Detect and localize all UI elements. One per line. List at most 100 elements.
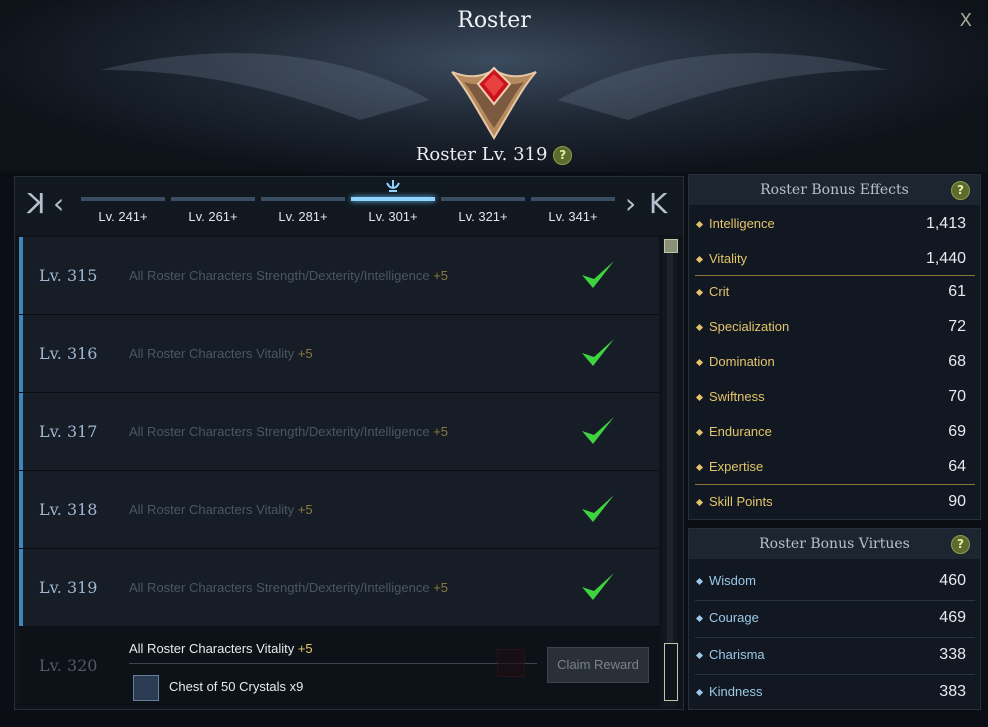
level-range-nav: K ‹ Lv. 241+ Lv. 261+ Lv. 281+ Lv. 301+ … [15, 177, 683, 235]
stat-endurance: Endurance 69 [689, 415, 980, 450]
stat-crit: Crit 61 [689, 275, 980, 310]
stat-domination: Domination 68 [689, 345, 980, 380]
row-level: Lv. 319 [39, 578, 98, 597]
range-bar [441, 197, 525, 201]
diamond-bullet-icon [695, 255, 704, 264]
virtue-value: 460 [939, 572, 966, 589]
row-level: Lv. 315 [39, 266, 98, 285]
stat-value: 72 [948, 318, 966, 335]
range-tab-341[interactable]: Lv. 341+ [531, 195, 615, 233]
virtue-kindness: Kindness 383 [689, 675, 980, 710]
diamond-bullet-icon [695, 651, 704, 660]
diamond-bullet-icon [695, 358, 704, 367]
claim-reward-button[interactable]: Claim Reward [547, 647, 649, 683]
prev-page-button[interactable]: ‹ [53, 187, 64, 220]
bonus-effects-header: Roster Bonus Effects ? [689, 175, 980, 205]
diamond-bullet-icon [695, 463, 704, 472]
virtue-charisma: Charisma 338 [689, 638, 980, 673]
level-row-319: Lv. 319 All Roster Characters Strength/D… [19, 549, 659, 627]
claimed-check-icon [582, 417, 614, 444]
stat-name: Crit [709, 284, 730, 299]
range-tab-261[interactable]: Lv. 261+ [171, 195, 255, 233]
range-tab-281[interactable]: Lv. 281+ [261, 195, 345, 233]
virtue-wisdom: Wisdom 460 [689, 564, 980, 599]
last-page-button[interactable]: K [649, 187, 667, 220]
level-row-315: Lv. 315 All Roster Characters Strength/D… [19, 237, 659, 315]
row-description: All Roster Characters Vitality +5 [129, 346, 313, 361]
stat-name: Expertise [709, 459, 764, 474]
scroll-thumb[interactable] [664, 643, 678, 701]
chest-icon [133, 675, 159, 701]
stat-name: Vitality [709, 251, 748, 266]
scroll-up-button[interactable] [664, 239, 678, 253]
range-tab-241[interactable]: Lv. 241+ [81, 195, 165, 233]
row-level: Lv. 318 [39, 500, 98, 519]
range-label: Lv. 341+ [548, 209, 598, 224]
bonus-virtues-help-icon[interactable]: ? [951, 535, 970, 554]
row-description: All Roster Characters Vitality +5 [129, 641, 313, 656]
row-description: All Roster Characters Strength/Dexterity… [129, 424, 448, 439]
next-page-button[interactable]: › [625, 187, 636, 220]
level-row-317: Lv. 317 All Roster Characters Strength/D… [19, 393, 659, 471]
diamond-bullet-icon [695, 323, 704, 332]
row-desc-text: All Roster Characters Strength/Dexterity… [129, 580, 430, 595]
diamond-bullet-icon [695, 498, 704, 507]
reward-item: Chest of 50 Crystals x9 [133, 675, 433, 701]
stat-value: 64 [948, 458, 966, 475]
stat-vitality: Vitality 1,440 [689, 242, 980, 277]
row-desc-text: All Roster Characters Vitality [129, 346, 295, 361]
range-bar [81, 197, 165, 201]
stat-name: Domination [709, 354, 775, 369]
stat-name: Specialization [709, 319, 790, 334]
current-range-marker-icon [386, 180, 400, 192]
range-label: Lv. 281+ [278, 209, 328, 224]
stat-value: 90 [948, 493, 966, 510]
first-page-button[interactable]: K [27, 187, 45, 220]
row-desc-text: All Roster Characters Strength/Dexterity… [129, 424, 430, 439]
range-tab-321[interactable]: Lv. 321+ [441, 195, 525, 233]
row-bonus: +5 [433, 424, 449, 439]
row-level: Lv. 320 [39, 656, 98, 675]
range-bar [531, 197, 615, 201]
virtue-value: 338 [939, 646, 966, 663]
stat-value: 1,413 [925, 215, 966, 232]
list-scrollbar[interactable] [663, 237, 678, 707]
diamond-bullet-icon [695, 288, 704, 297]
claimed-check-icon [582, 573, 614, 600]
row-accent [19, 549, 23, 626]
level-reward-list: Lv. 315 All Roster Characters Strength/D… [19, 237, 659, 707]
range-label: Lv. 321+ [458, 209, 508, 224]
row-description: All Roster Characters Vitality +5 [129, 502, 313, 517]
row-divider [129, 663, 537, 664]
bonus-virtues-title: Roster Bonus Virtues [759, 536, 910, 552]
stat-name: Swiftness [709, 389, 765, 404]
stat-name: Endurance [709, 424, 772, 439]
roster-emblem-icon [451, 66, 537, 140]
row-desc-text: All Roster Characters Vitality [129, 502, 295, 517]
scroll-track [667, 253, 673, 693]
row-accent [19, 471, 23, 548]
stat-value: 70 [948, 388, 966, 405]
level-rewards-panel: K ‹ Lv. 241+ Lv. 261+ Lv. 281+ Lv. 301+ … [14, 176, 684, 710]
row-accent [19, 315, 23, 392]
range-tab-301[interactable]: Lv. 301+ [351, 180, 435, 233]
row-desc-text: All Roster Characters Vitality [129, 641, 295, 656]
range-bar [171, 197, 255, 201]
locked-icon [497, 649, 525, 677]
bonus-effects-title: Roster Bonus Effects [760, 182, 909, 198]
row-bonus: +5 [433, 580, 449, 595]
virtue-name: Courage [709, 610, 759, 625]
stat-value: 1,440 [925, 250, 966, 267]
row-description: All Roster Characters Strength/Dexterity… [129, 268, 448, 283]
row-bonus: +5 [297, 502, 313, 517]
close-button[interactable]: X [960, 10, 972, 31]
virtue-name: Kindness [709, 684, 763, 699]
diamond-bullet-icon [695, 688, 704, 697]
bonus-effects-help-icon[interactable]: ? [951, 181, 970, 200]
virtue-value: 383 [939, 683, 966, 700]
level-row-318: Lv. 318 All Roster Characters Vitality +… [19, 471, 659, 549]
claimed-check-icon [582, 495, 614, 522]
stat-skill-points: Skill Points 90 [689, 485, 980, 520]
stat-specialization: Specialization 72 [689, 310, 980, 345]
roster-help-icon[interactable]: ? [553, 145, 573, 165]
